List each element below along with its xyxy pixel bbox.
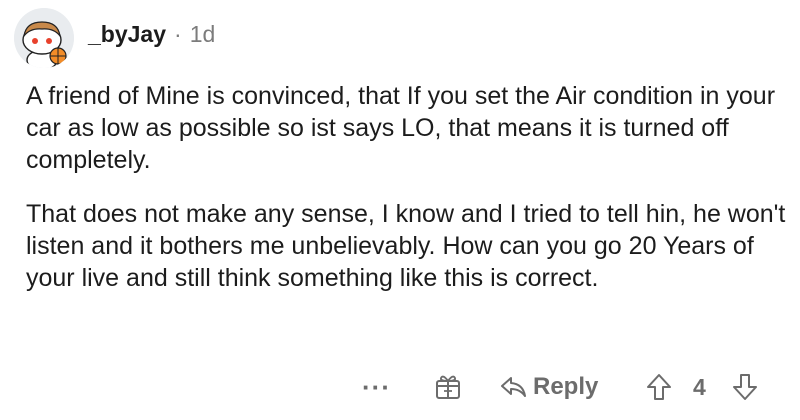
comment-age: 1d: [189, 20, 216, 47]
comment-body: A friend of Mine is convinced, that If y…: [26, 80, 786, 294]
more-options-label: ···: [362, 371, 391, 402]
reply-button[interactable]: Reply: [499, 367, 598, 407]
comment-meta: _byJay · 1d: [88, 21, 215, 48]
reply-arrow-icon: [501, 377, 526, 397]
vote-score: 4: [693, 367, 706, 407]
upvote-button[interactable]: [646, 367, 672, 407]
award-icon: [436, 375, 460, 399]
username-link[interactable]: _byJay: [88, 21, 166, 48]
snoo-avatar-icon: [14, 8, 74, 68]
upvote-arrow-icon: [647, 374, 671, 400]
reply-label: Reply: [533, 373, 599, 400]
vote-score-value: 4: [693, 373, 706, 400]
comment-header: _byJay · 1d: [14, 8, 215, 68]
comment-paragraph-1: A friend of Mine is convinced, that If y…: [26, 82, 776, 174]
more-options-button[interactable]: ···: [362, 367, 391, 407]
downvote-button[interactable]: [732, 367, 758, 407]
downvote-arrow-icon: [733, 374, 757, 400]
avatar[interactable]: [14, 8, 74, 68]
comment-paragraph-2: That does not make any sense, I know and…: [26, 200, 786, 292]
award-button[interactable]: [433, 367, 463, 407]
meta-separator: ·: [174, 20, 182, 47]
comment-action-bar: ··· Reply 4: [0, 367, 800, 407]
